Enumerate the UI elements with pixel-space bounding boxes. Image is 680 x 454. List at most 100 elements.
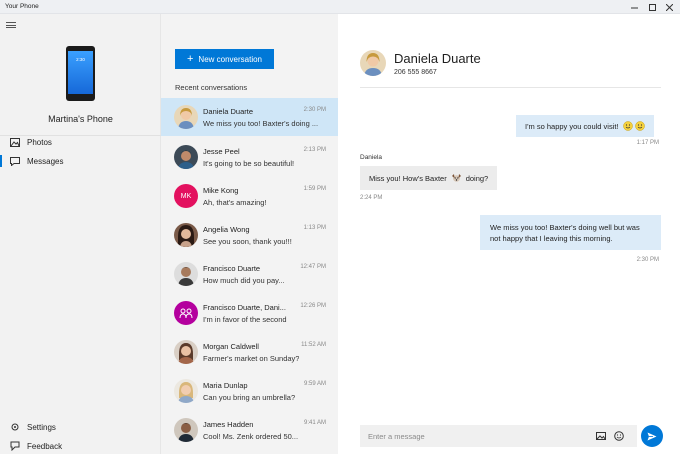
message-composer xyxy=(360,425,637,447)
group-icon xyxy=(179,308,193,319)
avatar xyxy=(174,418,198,442)
conversation-name: Francisco Duarte, Dani... xyxy=(203,303,286,312)
avatar xyxy=(174,223,198,247)
title-bar: Your Phone xyxy=(0,0,680,14)
conversation-preview: See you soon, thank you!!! xyxy=(203,237,292,246)
conversation-item[interactable]: Jesse Peel 2:13 PM It's going to be so b… xyxy=(161,138,338,176)
minimize-icon xyxy=(630,7,638,8)
image-icon xyxy=(596,432,606,440)
photos-icon xyxy=(10,137,20,147)
avatar xyxy=(174,262,198,286)
message-text: Miss you! How's Baxter xyxy=(369,173,447,183)
message-sender: Daniela xyxy=(360,154,383,161)
avatar xyxy=(174,379,198,403)
conversation-name: Jesse Peel xyxy=(203,147,240,156)
conversation-item[interactable]: Francisco Duarte, Dani... 12:26 PM I'm i… xyxy=(161,294,338,332)
message-timestamp: 2:30 PM xyxy=(636,257,659,263)
nav-item-label: Feedback xyxy=(27,441,63,451)
recent-conversations-heading: Recent conversations xyxy=(175,83,248,92)
conversation-item[interactable]: Morgan Caldwell 11:52 AM Farmer's market… xyxy=(161,333,338,371)
message-text: doing? xyxy=(465,173,489,183)
conversation-name: Maria Dunlap xyxy=(203,381,248,390)
smiley-emoji-icon xyxy=(622,121,633,131)
messages-icon xyxy=(10,156,20,166)
nav-item-label: Messages xyxy=(27,156,64,166)
nav-item-label: Settings xyxy=(27,422,56,432)
left-navigation: 2:30 Martina's Phone Photos Messages Set… xyxy=(0,14,161,454)
message-input[interactable] xyxy=(360,425,590,447)
send-icon xyxy=(647,432,657,440)
phone-illustration: 2:30 xyxy=(66,46,95,101)
nav-item-settings[interactable]: Settings xyxy=(0,418,161,436)
conversation-preview: Ah, that's amazing! xyxy=(203,198,267,207)
conversation-preview: Cool! Ms. Zenk ordered 50... xyxy=(203,432,299,441)
conversation-item[interactable]: Daniela Duarte 2:30 PM We miss you too! … xyxy=(161,98,338,136)
attach-image-button[interactable] xyxy=(596,431,606,441)
new-conversation-label: New conversation xyxy=(198,54,263,64)
group-avatar xyxy=(174,301,198,325)
nav-item-photos[interactable]: Photos xyxy=(0,133,161,151)
avatar xyxy=(174,105,198,129)
conversation-name: Mike Kong xyxy=(203,186,239,195)
send-button[interactable] xyxy=(641,425,663,447)
conversation-name: Francisco Duarte xyxy=(203,264,261,273)
message-text: We miss you too! Baxter's doing well but… xyxy=(490,223,640,243)
contact-avatar xyxy=(360,50,386,76)
conversation-item[interactable]: Maria Dunlap 9:59 AM Can you bring an um… xyxy=(161,372,338,410)
gear-icon xyxy=(10,422,20,432)
conversation-preview: It's going to be so beautiful! xyxy=(203,159,295,168)
hamburger-menu-icon[interactable] xyxy=(6,22,16,28)
close-icon xyxy=(665,3,673,11)
window-title: Your Phone xyxy=(5,3,39,10)
conversation-item[interactable]: MK Mike Kong 1:59 PM Ah, that's amazing! xyxy=(161,177,338,215)
phone-screen-time: 2:30 xyxy=(76,57,85,62)
conversation-preview: I'm in favor of the second xyxy=(203,315,287,324)
avatar xyxy=(174,340,198,364)
contact-phone: 206 555 8667 xyxy=(394,69,437,76)
message-timestamp: 2:24 PM xyxy=(360,195,383,201)
conversation-time: 1:59 PM xyxy=(303,186,326,192)
message-bubble-incoming: Miss you! How's Baxter doing? xyxy=(360,166,498,190)
message-timestamp: 1:17 PM xyxy=(636,140,659,146)
conversation-list-pane: + New conversation Recent conversations … xyxy=(161,14,338,454)
conversation-time: 11:52 AM xyxy=(301,342,326,348)
plus-icon: + xyxy=(186,52,194,65)
avatar-initials: MK xyxy=(174,184,198,208)
conversation-preview: Can you bring an umbrella? xyxy=(203,393,296,402)
conversation-item[interactable]: Angelia Wong 1:13 PM See you soon, thank… xyxy=(161,216,338,254)
header-divider xyxy=(360,87,661,88)
conversation-name: Daniela Duarte xyxy=(203,107,254,116)
conversation-name: James Hadden xyxy=(203,420,254,429)
chat-pane: Daniela Duarte 206 555 8667 I'm so happy… xyxy=(338,14,680,454)
conversation-preview: How much did you pay... xyxy=(203,276,285,285)
conversation-time: 9:41 AM xyxy=(303,420,326,426)
nav-item-feedback[interactable]: Feedback xyxy=(0,437,161,454)
avatar-initials-text: MK xyxy=(180,192,192,200)
conversation-time: 1:13 PM xyxy=(303,225,326,231)
emoji-button[interactable] xyxy=(614,431,624,441)
feedback-icon xyxy=(10,441,20,451)
conversation-name: Morgan Caldwell xyxy=(203,342,259,351)
dog-emoji-icon xyxy=(451,174,461,182)
new-conversation-button[interactable]: + New conversation xyxy=(175,49,274,69)
conversation-time: 12:26 PM xyxy=(300,303,326,309)
smiley-emoji-icon xyxy=(634,121,645,131)
emoji-icon xyxy=(614,431,624,441)
maximize-icon xyxy=(648,3,656,11)
message-bubble-outgoing: I'm so happy you could visit! xyxy=(516,115,654,137)
avatar xyxy=(174,145,198,169)
conversation-time: 9:59 AM xyxy=(303,381,326,387)
conversation-time: 2:30 PM xyxy=(303,107,326,113)
close-button[interactable] xyxy=(658,0,680,14)
nav-item-messages[interactable]: Messages xyxy=(0,152,161,170)
message-bubble-outgoing: We miss you too! Baxter's doing well but… xyxy=(480,215,661,250)
message-text: I'm so happy you could visit! xyxy=(525,121,619,131)
conversation-item[interactable]: James Hadden 9:41 AM Cool! Ms. Zenk orde… xyxy=(161,411,338,449)
phone-name: Martina's Phone xyxy=(48,114,113,124)
conversation-item[interactable]: Francisco Duarte 12:47 PM How much did y… xyxy=(161,255,338,293)
conversation-time: 12:47 PM xyxy=(300,264,326,270)
conversation-name: Angelia Wong xyxy=(203,225,250,234)
conversation-preview: Farmer's market on Sunday? xyxy=(203,354,300,363)
contact-name: Daniela Duarte xyxy=(394,51,481,66)
conversation-time: 2:13 PM xyxy=(303,147,326,153)
